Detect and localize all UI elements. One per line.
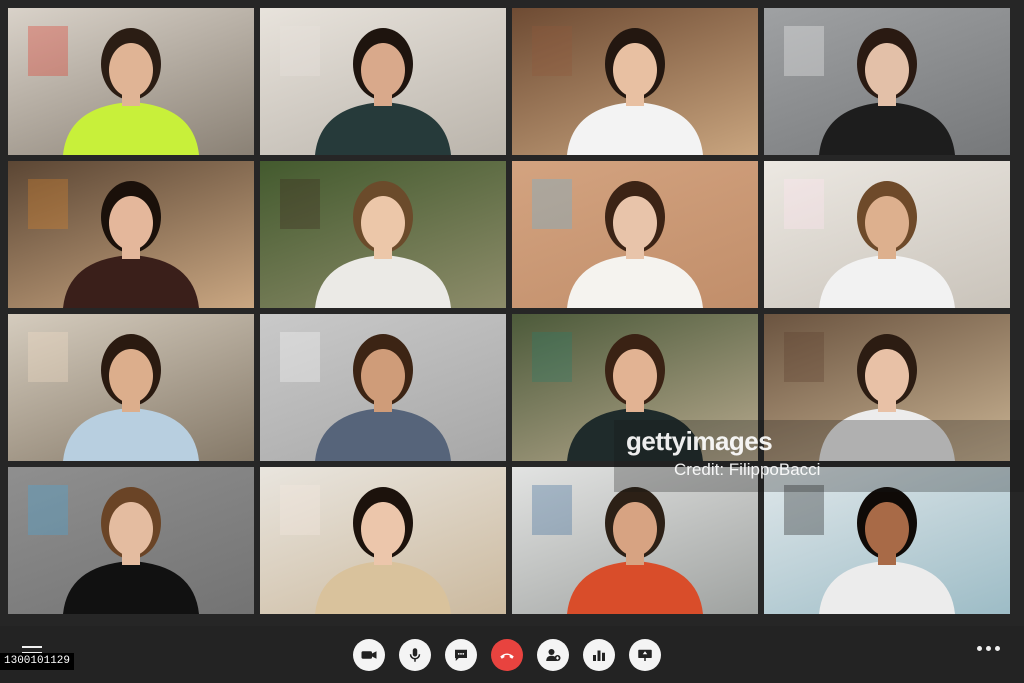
participant-video-tile[interactable] bbox=[8, 161, 254, 308]
participant-grid bbox=[8, 8, 1016, 620]
participant-video-tile[interactable] bbox=[8, 314, 254, 461]
bar-chart-icon bbox=[590, 646, 608, 664]
share-screen-button[interactable] bbox=[629, 639, 661, 671]
participant-figure bbox=[28, 179, 199, 308]
participant-video-tile[interactable] bbox=[512, 161, 758, 308]
participant-figure bbox=[28, 26, 199, 155]
watermark: gettyimages Credit: FilippoBacci bbox=[614, 420, 1024, 492]
call-controls bbox=[353, 639, 661, 671]
participant-video-tile[interactable] bbox=[764, 161, 1010, 308]
end-call-button[interactable] bbox=[491, 639, 523, 671]
participant-video-tile[interactable] bbox=[260, 314, 506, 461]
participant-figure bbox=[28, 332, 199, 461]
camera-icon bbox=[360, 646, 378, 664]
add-participant-button[interactable] bbox=[537, 639, 569, 671]
participant-video-tile[interactable] bbox=[260, 161, 506, 308]
chat-button[interactable] bbox=[445, 639, 477, 671]
participant-figure bbox=[280, 179, 451, 308]
participant-figure bbox=[784, 179, 955, 308]
participant-video-tile[interactable] bbox=[260, 467, 506, 614]
microphone-button[interactable] bbox=[399, 639, 431, 671]
participant-video-tile[interactable] bbox=[8, 8, 254, 155]
phone-hangup-icon bbox=[498, 646, 516, 664]
microphone-icon bbox=[406, 646, 424, 664]
call-toolbar bbox=[0, 626, 1024, 683]
participant-figure bbox=[784, 26, 955, 155]
participant-video-tile[interactable] bbox=[512, 8, 758, 155]
screen-share-icon bbox=[636, 646, 654, 664]
participant-video-tile[interactable] bbox=[8, 467, 254, 614]
participant-figure bbox=[280, 332, 451, 461]
more-options-icon[interactable] bbox=[977, 646, 1000, 651]
participant-figure bbox=[280, 485, 451, 614]
image-id: 1300101129 bbox=[0, 653, 75, 670]
participant-video-tile[interactable] bbox=[764, 8, 1010, 155]
watermark-brand: gettyimages bbox=[626, 426, 773, 456]
camera-button[interactable] bbox=[353, 639, 385, 671]
participant-figure bbox=[280, 26, 451, 155]
participant-figure bbox=[532, 179, 703, 308]
stats-button[interactable] bbox=[583, 639, 615, 671]
participant-figure bbox=[532, 26, 703, 155]
chat-icon bbox=[452, 646, 470, 664]
participant-figure bbox=[28, 485, 199, 614]
watermark-credit: Credit: FilippoBacci bbox=[674, 460, 821, 479]
participant-video-tile[interactable] bbox=[260, 8, 506, 155]
add-user-icon bbox=[544, 646, 562, 664]
